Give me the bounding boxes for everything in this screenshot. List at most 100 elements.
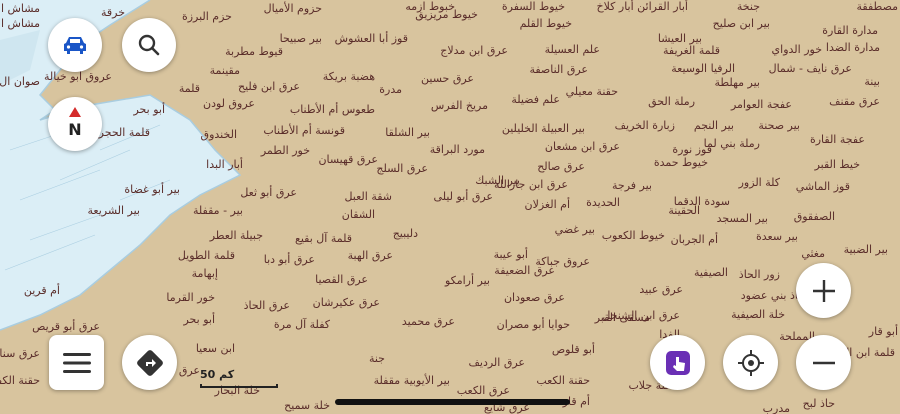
place-label[interactable]: حقنة الكعب	[536, 374, 590, 387]
place-label[interactable]: بير الشلقا	[385, 126, 430, 139]
directions-button[interactable]	[122, 335, 177, 390]
place-label[interactable]: مريخ الفرس	[431, 99, 488, 112]
place-label[interactable]: جنخة	[737, 0, 760, 13]
place-label[interactable]: علم فضيلة	[511, 93, 560, 106]
place-label[interactable]: الحقينة	[668, 204, 700, 217]
place-label[interactable]: حقنة معيلي	[566, 85, 618, 98]
place-label[interactable]: خيط القبر	[815, 158, 860, 171]
place-label[interactable]: أبو قلوص	[552, 343, 595, 356]
place-label[interactable]: خور الدواي	[772, 43, 822, 56]
place-label[interactable]: عرق أبو ثعل	[240, 186, 297, 199]
place-label[interactable]: زور الحاذ	[739, 268, 780, 281]
place-label[interactable]: أم الغزلان	[525, 198, 571, 211]
place-label[interactable]: بير العبيلة الخليلين	[502, 122, 585, 135]
touch-mode-button[interactable]	[650, 335, 705, 390]
place-label[interactable]: أبو بحر	[183, 313, 215, 326]
place-label[interactable]: مقينمة	[210, 64, 240, 77]
place-label[interactable]: خور الطمر	[261, 144, 310, 157]
place-label[interactable]: خيوط الكعوب	[602, 229, 665, 242]
place-label[interactable]: أم الجربان	[671, 233, 718, 246]
driving-mode-button[interactable]	[48, 18, 102, 72]
place-label[interactable]: بير صبيحا	[280, 32, 322, 45]
place-label[interactable]: علم العسيلة	[545, 43, 600, 56]
place-label[interactable]: قلمة آل بقيع	[295, 232, 352, 245]
place-label[interactable]: مشاش ال	[0, 17, 40, 30]
place-label[interactable]: قوز أبا العشوش	[335, 32, 408, 45]
place-label[interactable]: قلمة	[179, 82, 200, 95]
zoom-in-button[interactable]	[796, 263, 851, 318]
place-label[interactable]: حزوم الأميال	[264, 2, 322, 15]
place-label[interactable]: مصطفقة	[857, 0, 898, 13]
place-label[interactable]: عرق حسين	[421, 72, 474, 85]
place-label[interactable]: كفلة آل مرة	[274, 318, 330, 331]
search-button[interactable]	[122, 18, 176, 72]
place-label[interactable]: حوايا أبو مصران	[497, 318, 570, 331]
place-label[interactable]: حاذ لبح	[803, 397, 835, 410]
place-label[interactable]: بير ابن صليح	[713, 17, 770, 30]
place-label[interactable]: أم قرين	[24, 284, 60, 297]
place-label[interactable]: مدارة الضدا	[826, 41, 880, 54]
place-label[interactable]: الصيفية	[694, 266, 728, 279]
place-label[interactable]: عرق قهيسان	[318, 153, 378, 166]
place-label[interactable]: قيوط مطربة	[225, 45, 283, 58]
place-label[interactable]: عرق أبو ليلى	[434, 190, 493, 203]
place-label[interactable]: عرق أبو قريص	[32, 320, 100, 333]
place-label[interactable]: مسقى القبر	[595, 311, 650, 324]
place-label[interactable]: بير مهلطة	[715, 76, 760, 89]
place-label[interactable]: خلة الصيفية	[731, 308, 785, 321]
place-label[interactable]: بير الشريعة	[87, 204, 140, 217]
place-label[interactable]: عروق لودن	[203, 97, 255, 110]
place-label[interactable]: عرق عبيد	[639, 283, 683, 296]
place-label[interactable]: عرق نايف - شمال	[769, 62, 852, 75]
place-label[interactable]: بير غضي	[555, 223, 595, 236]
place-label[interactable]: قلمة الطويل	[178, 249, 235, 262]
place-label[interactable]: دليبيج	[393, 227, 418, 240]
place-label[interactable]: بير المسجد	[717, 212, 768, 225]
place-label[interactable]: عرق محميد	[402, 315, 455, 328]
place-label[interactable]: خور القرما	[166, 291, 215, 304]
place-label[interactable]: عرق الضعيفة	[494, 264, 555, 277]
place-label[interactable]: كلة الزور	[739, 176, 780, 189]
place-label[interactable]: خيوط حمدة	[654, 156, 708, 169]
place-label[interactable]: خلة سميح	[284, 399, 330, 412]
place-label[interactable]: عرق ابن مدلاج	[440, 44, 508, 57]
place-label[interactable]: بير أرامكو	[445, 274, 490, 287]
place-label[interactable]: الشقان	[342, 208, 375, 221]
place-label[interactable]: رملة بني لما	[704, 137, 760, 150]
place-label[interactable]: الخندوق	[201, 128, 237, 141]
place-label[interactable]: الحديدة	[586, 196, 620, 209]
place-label[interactable]: عرق ابن جارالله	[494, 178, 568, 191]
place-label[interactable]: عفجة القارة	[810, 133, 865, 146]
place-label[interactable]: رملة الحق	[648, 95, 695, 108]
place-label[interactable]: عفجة العوامر	[731, 98, 792, 111]
place-label[interactable]: إبهامة	[192, 267, 218, 280]
place-label[interactable]: جبيلة العطر	[210, 229, 263, 242]
place-label[interactable]: قونسة أم الأطناب	[263, 124, 345, 137]
place-label[interactable]: شقة العبل	[344, 190, 392, 203]
place-label[interactable]: حقنة الكفاف	[0, 374, 40, 387]
place-label[interactable]: عرق القصيا	[315, 273, 368, 286]
place-label[interactable]: مغثي	[801, 247, 825, 260]
place-label[interactable]: بير الضبية	[844, 243, 888, 256]
place-label[interactable]: مدارة القارة	[822, 24, 878, 37]
place-label[interactable]: أبو بحر	[133, 103, 165, 116]
place-label[interactable]: مدرب	[763, 402, 790, 414]
place-label[interactable]: عروق أبو خيالة	[44, 70, 112, 83]
place-label[interactable]: بير صحنة	[758, 119, 800, 132]
place-label[interactable]: ابن سعيا	[196, 342, 235, 355]
place-label[interactable]: عرق عكيرشان	[313, 296, 380, 309]
place-label[interactable]: عرق السلج	[376, 162, 428, 175]
place-label[interactable]: مشاش ا	[1, 2, 40, 15]
place-label[interactable]: بير فرجة	[612, 179, 652, 192]
zoom-out-button[interactable]	[796, 335, 851, 390]
place-label[interactable]: خيوط السفرة	[502, 0, 565, 13]
place-label[interactable]: بير سعدة	[756, 230, 798, 243]
place-label[interactable]: بينة	[864, 75, 880, 88]
place-label[interactable]: عرق صالح	[537, 160, 585, 173]
place-label[interactable]: خيوط مريزيق	[415, 8, 478, 21]
place-label[interactable]: عرق الحاذ	[244, 299, 290, 312]
place-label[interactable]: هضبة بريكة	[323, 70, 375, 83]
place-label[interactable]: أبار البدا	[206, 158, 243, 171]
place-label[interactable]: قوز نورة	[672, 143, 712, 156]
place-label[interactable]: عرق مقنف	[829, 95, 880, 108]
